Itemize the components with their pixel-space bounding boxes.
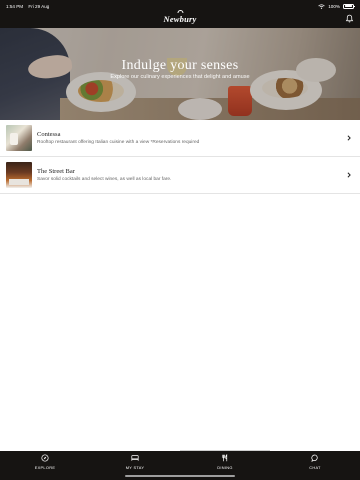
compass-icon — [41, 454, 49, 462]
chat-bubble-icon — [311, 454, 318, 462]
status-bar: 1:54 PM Fri 29 Aug 100% — [6, 2, 355, 10]
logo-text: Newbury — [163, 13, 197, 24]
status-left: 1:54 PM Fri 29 Aug — [6, 4, 53, 9]
tab-label: DINING — [217, 465, 233, 470]
battery-percentage: 100% — [328, 3, 340, 9]
status-right: 100% — [318, 3, 355, 9]
venue-thumbnail — [6, 125, 32, 151]
venue-row-street-bar[interactable]: The Street Bar Savor solid cocktails and… — [0, 157, 360, 194]
fork-knife-icon — [222, 454, 228, 462]
battery-icon — [343, 3, 355, 9]
venue-name: The Street Bar — [37, 168, 75, 175]
status-time: 1:54 PM — [6, 3, 24, 9]
hero-title: Indulge your senses — [121, 58, 239, 73]
venue-description: Rooftop restaurant offering Italian cuis… — [37, 140, 200, 145]
tab-label: MY STAY — [125, 465, 145, 470]
chevron-right-icon — [347, 172, 351, 178]
app-header: 1:54 PM Fri 29 Aug 100% Newbury — [0, 0, 360, 28]
venue-thumbnail — [6, 162, 32, 188]
hero-subtitle: Explore our culinary experiences that de… — [110, 74, 250, 80]
venue-text: Contessa Rooftop restaurant offering Ita… — [37, 131, 199, 145]
tab-explore[interactable]: EXPLORE — [0, 451, 90, 480]
venue-list: Contessa Rooftop restaurant offering Ita… — [0, 120, 360, 194]
tab-label: CHAT — [309, 465, 321, 470]
hero-banner: Indulge your senses Explore our culinary… — [0, 28, 360, 120]
wifi-icon — [318, 3, 325, 9]
venue-text: The Street Bar Savor solid cocktails and… — [37, 168, 171, 182]
bed-icon — [131, 455, 139, 461]
battery-level — [344, 5, 353, 7]
newbury-logo: Newbury — [163, 10, 196, 24]
tab-label: EXPLORE — [34, 465, 56, 470]
tab-chat[interactable]: CHAT — [270, 451, 360, 480]
bell-icon[interactable] — [345, 14, 354, 23]
venue-description: Savor solid cocktails and select wines, … — [37, 177, 172, 182]
chevron-right-icon — [347, 135, 351, 141]
venue-name: Contessa — [37, 131, 61, 138]
status-date: Fri 29 Aug — [28, 3, 50, 9]
venue-row-contessa[interactable]: Contessa Rooftop restaurant offering Ita… — [0, 120, 360, 157]
home-indicator — [125, 475, 235, 477]
